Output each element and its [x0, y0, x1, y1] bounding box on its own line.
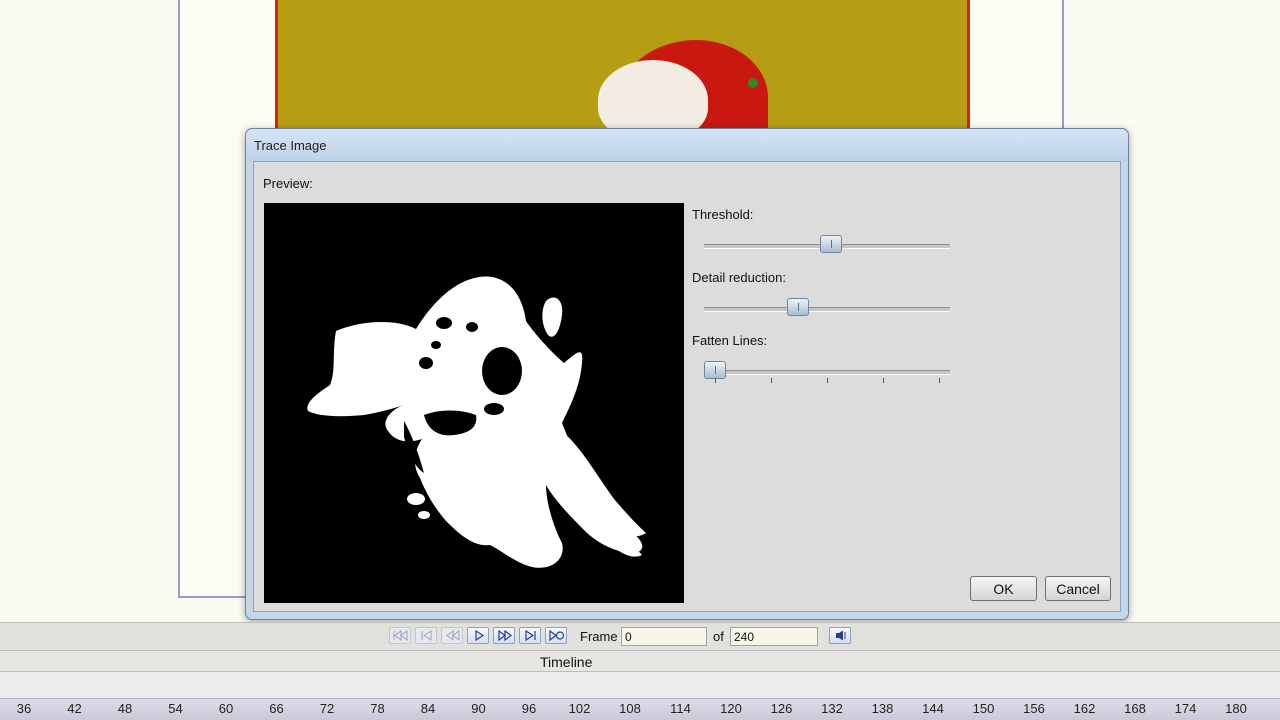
- slider-tick: [939, 378, 940, 383]
- slider-track: [704, 370, 950, 375]
- traced-silhouette: [264, 203, 684, 603]
- ruler-frame-number: 90: [471, 701, 486, 716]
- cancel-button[interactable]: Cancel: [1045, 576, 1111, 601]
- ruler-frame-number: 114: [670, 701, 691, 716]
- play-icon: [475, 630, 485, 641]
- preview-label: Preview:: [263, 176, 313, 191]
- ruler-frame-number: 168: [1124, 701, 1146, 716]
- ruler-frame-number: 162: [1073, 701, 1096, 716]
- trace-image-dialog: Trace Image Preview: Threshold: Detail r…: [245, 128, 1129, 620]
- slider-track: [704, 307, 950, 312]
- step-back-button[interactable]: [441, 627, 463, 644]
- rewind-start-icon: [393, 630, 408, 641]
- timeline-ruler[interactable]: 36 42 48 54 60 66 72 78 84 90 96 102 108 114 120 126 132…: [0, 698, 1280, 720]
- ruler-frame-number: 120: [720, 701, 742, 716]
- ruler-frame-number: 36: [16, 701, 32, 716]
- ruler-frame-number: 132: [821, 701, 843, 716]
- ruler-frame-number: 138: [871, 701, 894, 716]
- detail-reduction-slider[interactable]: [704, 298, 950, 320]
- frame-input[interactable]: [621, 627, 707, 646]
- ruler-frame-number: 48: [117, 701, 133, 716]
- ruler-frame-number: 144: [922, 701, 944, 716]
- step-back-icon: [446, 630, 460, 641]
- ruler-frame-number: 180: [1225, 701, 1247, 716]
- loop-button[interactable]: [545, 627, 567, 644]
- fatten-lines-slider[interactable]: [704, 361, 950, 383]
- slider-tick: [715, 378, 716, 383]
- ruler-frame-number: 102: [568, 701, 591, 716]
- ruler-frame-number: 66: [269, 701, 284, 716]
- slider-tick: [827, 378, 828, 383]
- last-frame-button[interactable]: [519, 627, 541, 644]
- ruler-frame-number: 96: [521, 701, 537, 716]
- slider-tick: [771, 378, 772, 383]
- ruler-frame-number: 42: [67, 701, 82, 716]
- ruler-frame-number: 60: [218, 701, 234, 716]
- loop-end-icon: [549, 630, 565, 641]
- hat-ornament: [748, 78, 758, 88]
- ruler-frame-number: 156: [1023, 701, 1045, 716]
- ok-button[interactable]: OK: [970, 576, 1037, 601]
- ruler-frame-number: 54: [168, 701, 183, 716]
- play-button[interactable]: [467, 627, 489, 644]
- dialog-content: Preview: Threshold: Detail reduction: Fa…: [253, 161, 1121, 612]
- dialog-title: Trace Image: [254, 138, 327, 153]
- timeline-track-area[interactable]: [0, 672, 1280, 698]
- of-label: of: [713, 629, 724, 644]
- slider-thumb[interactable]: [704, 361, 726, 379]
- fast-forward-icon: [498, 630, 512, 641]
- dialog-titlebar[interactable]: Trace Image: [246, 129, 1128, 161]
- frame-label: Frame: [580, 629, 618, 644]
- ruler-frame-number: 174: [1174, 701, 1197, 716]
- ruler-frame-number: 150: [972, 701, 995, 716]
- speaker-icon: [836, 630, 846, 641]
- slider-thumb[interactable]: [786, 298, 809, 316]
- slider-thumb[interactable]: [820, 235, 843, 253]
- sound-button[interactable]: [829, 627, 851, 644]
- ruler-frame-number: 78: [370, 701, 385, 716]
- timeline-title: Timeline: [540, 654, 593, 670]
- threshold-label: Threshold:: [692, 207, 754, 222]
- ruler-frame-number: 72: [319, 701, 335, 716]
- total-frames-field[interactable]: [730, 627, 818, 646]
- skip-forward-icon: [525, 630, 536, 641]
- rewind-to-start-button[interactable]: [389, 627, 411, 644]
- playback-bar: Frame of: [0, 622, 1280, 650]
- trace-preview-image: [264, 203, 684, 603]
- ruler-frame-number: 126: [770, 701, 793, 716]
- ruler-frame-number: 108: [619, 701, 641, 716]
- detail-reduction-label: Detail reduction:: [692, 270, 786, 285]
- fatten-lines-label: Fatten Lines:: [692, 333, 768, 348]
- first-frame-button[interactable]: [415, 627, 437, 644]
- timeline-header: Timeline: [0, 650, 1280, 672]
- ruler-frame-number: 84: [420, 701, 436, 716]
- threshold-slider[interactable]: [704, 235, 950, 257]
- skip-back-icon: [421, 630, 432, 641]
- fast-forward-button[interactable]: [493, 627, 515, 644]
- slider-tick: [883, 378, 884, 383]
